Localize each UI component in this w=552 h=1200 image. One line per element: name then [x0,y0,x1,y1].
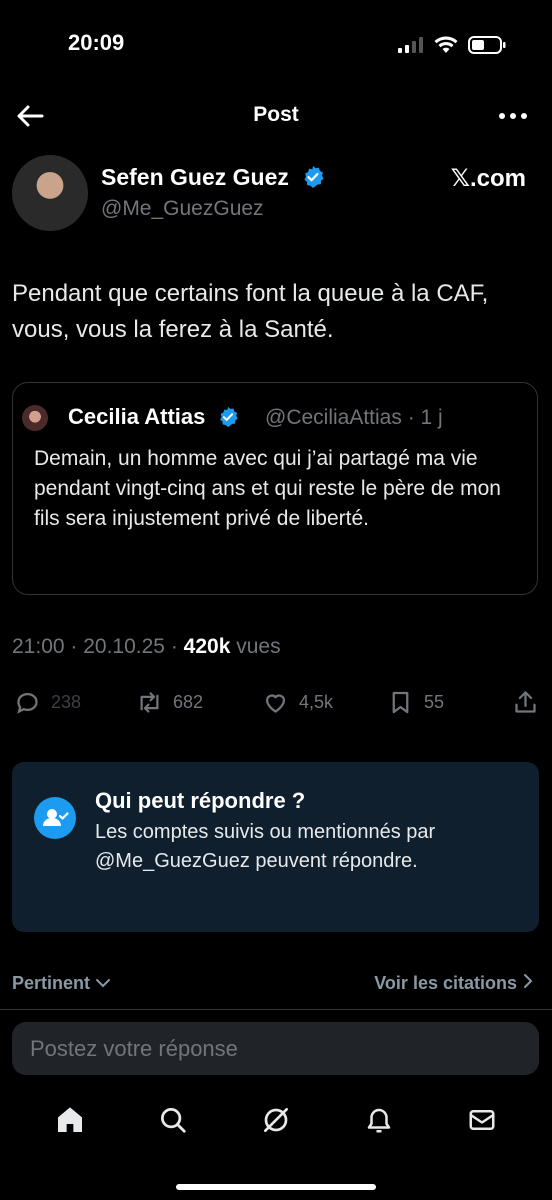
nav-home[interactable] [53,1103,87,1137]
source-label: 𝕏.com [450,165,526,192]
quote-author-row: Cecilia Attias [68,404,239,430]
author-handle[interactable]: @Me_GuezGuez [101,197,264,221]
more-icon[interactable] [496,104,530,128]
tweet-time: 21:00 [12,635,65,658]
tweet-text: Pendant que certains font la queue à la … [12,280,489,343]
verified-icon [220,406,239,428]
repost-icon [140,691,159,713]
mail-icon [469,1110,495,1130]
search-icon [160,1108,186,1133]
view-count[interactable]: 420k [184,635,231,658]
quote-text: Demain, un homme avec qui j’ai partagé m… [34,447,501,530]
status-icons [398,36,506,54]
chevron-right-icon [524,974,533,988]
bottom-nav [0,1090,552,1150]
views-label: vues [230,635,281,658]
home-icon [57,1107,82,1132]
sort-label: Pertinent [12,973,91,993]
bookmark-count: 55 [424,691,445,712]
bell-icon [367,1108,391,1133]
nav-messages[interactable] [465,1103,499,1137]
tweet-meta: 21:00 · 20.10.25 · 420k vues [12,635,281,659]
verified-icon [304,166,324,188]
quote-meta: @CeciliaAttias · 1 j [265,406,443,429]
repost-button[interactable]: 682 [136,686,203,718]
share-button[interactable] [512,686,539,718]
share-icon [515,690,536,713]
reply-icon [17,692,38,714]
like-button[interactable]: 4,5k [262,686,333,718]
page-title: Post [253,103,299,126]
meta-separator: · [64,635,84,658]
bookmark-icon [392,691,409,713]
chevron-down-icon [96,979,111,988]
nav-notifications[interactable] [362,1103,396,1137]
repost-count: 682 [173,691,204,712]
divider [0,1009,552,1010]
view-quotes-label: Voir les citations [374,973,517,993]
author-name[interactable]: Sefen Guez Guez [101,164,289,190]
reply-restriction-title: Qui peut répondre ? [95,788,306,813]
nav-grok[interactable] [259,1103,293,1137]
tweet-date: 20.10.25 [83,635,165,658]
meta-separator: · [164,635,184,658]
view-quotes-link[interactable]: Voir les citations [374,973,534,994]
like-count: 4,5k [299,691,334,712]
grok-icon [263,1108,288,1132]
quote-author-name: Cecilia Attias [68,404,206,429]
sort-dropdown[interactable]: Pertinent [12,973,111,994]
reply-button[interactable]: 238 [14,686,81,718]
bookmark-button[interactable]: 55 [387,686,444,718]
reply-input[interactable] [12,1022,539,1075]
battery-icon [468,36,506,54]
author-avatar[interactable] [12,155,88,231]
signal-icon [398,37,423,53]
quote-avatar [22,405,48,431]
home-indicator [176,1184,376,1190]
wifi-icon [434,36,458,53]
person-check-icon [34,797,76,839]
reply-count: 238 [51,691,82,712]
author-name-row[interactable]: Sefen Guez Guez [101,164,325,191]
like-icon [265,694,286,713]
nav-search[interactable] [156,1103,190,1137]
reply-restriction-text: Les comptes suivis ou mentionnés par @Me… [95,821,436,872]
status-time: 20:09 [68,30,125,55]
